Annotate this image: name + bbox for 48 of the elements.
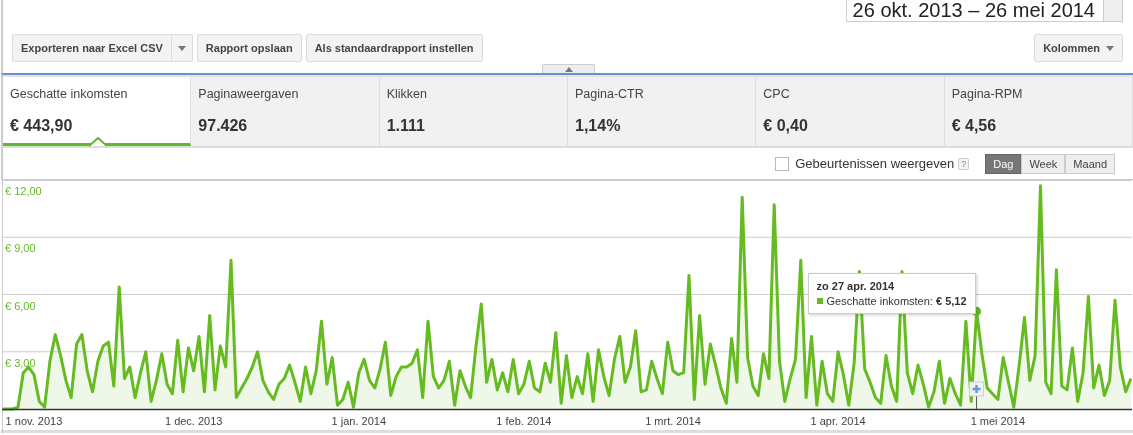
metric-value: € 4,56	[951, 117, 998, 135]
metric-tab[interactable]: Geschatte inkomsten € 443,90	[3, 75, 192, 146]
y-tick-label: € 6,00	[5, 299, 36, 312]
checkbox[interactable]	[775, 156, 790, 171]
tooltip-text: Geschatte inkomsten: € 5,12	[826, 295, 967, 308]
metric-tab[interactable]: Pagina-RPM € 4,56	[944, 75, 1133, 146]
metric-label: CPC	[763, 87, 791, 101]
metric-label: Klikken	[386, 87, 428, 101]
metric-label: Paginaweergaven	[198, 87, 300, 101]
metric-tab[interactable]: Klikken 1.111	[379, 75, 568, 146]
notch-icon	[89, 137, 107, 147]
dropdown-button[interactable]	[170, 34, 193, 62]
x-tick-label: 1 feb. 2014	[496, 415, 552, 427]
metric-label: Pagina-CTR	[575, 87, 645, 101]
x-tick-label: 1 apr. 2014	[810, 415, 866, 427]
metric-label: Pagina-RPM	[951, 87, 1024, 101]
metric-tab[interactable]: Paginaweergaven 97.426	[191, 75, 380, 146]
y-tick-label: € 12,00	[5, 185, 42, 197]
metric-tab[interactable]: Pagina-CTR 1,14%	[568, 75, 757, 146]
x-tick-label: 1 dec. 2013	[164, 415, 223, 427]
metric-value: € 443,90	[10, 117, 74, 135]
metric-value: € 0,40	[763, 117, 809, 135]
granularity-button[interactable]: Week	[1021, 153, 1066, 174]
columns-button[interactable]: Kolommen	[1034, 34, 1123, 62]
date-range-field[interactable]: 26 okt. 2013 – 26 mei 2014	[845, 0, 1103, 22]
toolbar-button[interactable]: Exporteren naar Excel CSV	[12, 34, 171, 62]
metric-value: 97.426	[198, 117, 249, 135]
caret-icon	[564, 66, 573, 72]
collapse-button[interactable]	[542, 64, 595, 73]
caret-icon	[1106, 45, 1114, 51]
x-tick-label: 1 jan. 2014	[331, 415, 387, 427]
y-tick-label: € 3,00	[5, 356, 36, 369]
toolbar-button[interactable]: Rapport opslaan	[196, 34, 302, 62]
granularity-button[interactable]: Maand	[1065, 153, 1115, 174]
y-tick-label: € 9,00	[5, 242, 36, 255]
tooltip-title: zo 27 apr. 2014	[816, 280, 896, 293]
metric-tab[interactable]: CPC € 0,40	[756, 75, 945, 146]
add-note-icon[interactable]	[969, 381, 985, 397]
x-tick-label: 1 mrt. 2014	[645, 415, 701, 427]
caret-icon	[177, 45, 186, 51]
metric-value: 1.111	[386, 117, 426, 135]
x-tick-label: 1 mei 2014	[970, 415, 1026, 427]
toolbar-button[interactable]: Als standaardrapport instellen	[305, 34, 483, 62]
x-tick-label: 1 nov. 2013	[5, 415, 63, 427]
checkbox-label: Gebeurtenissen weergeven	[795, 156, 955, 171]
metric-label: Geschatte inkomsten	[10, 87, 129, 101]
granularity-button[interactable]: Dag	[985, 153, 1022, 174]
metric-value: 1,14%	[575, 117, 622, 135]
